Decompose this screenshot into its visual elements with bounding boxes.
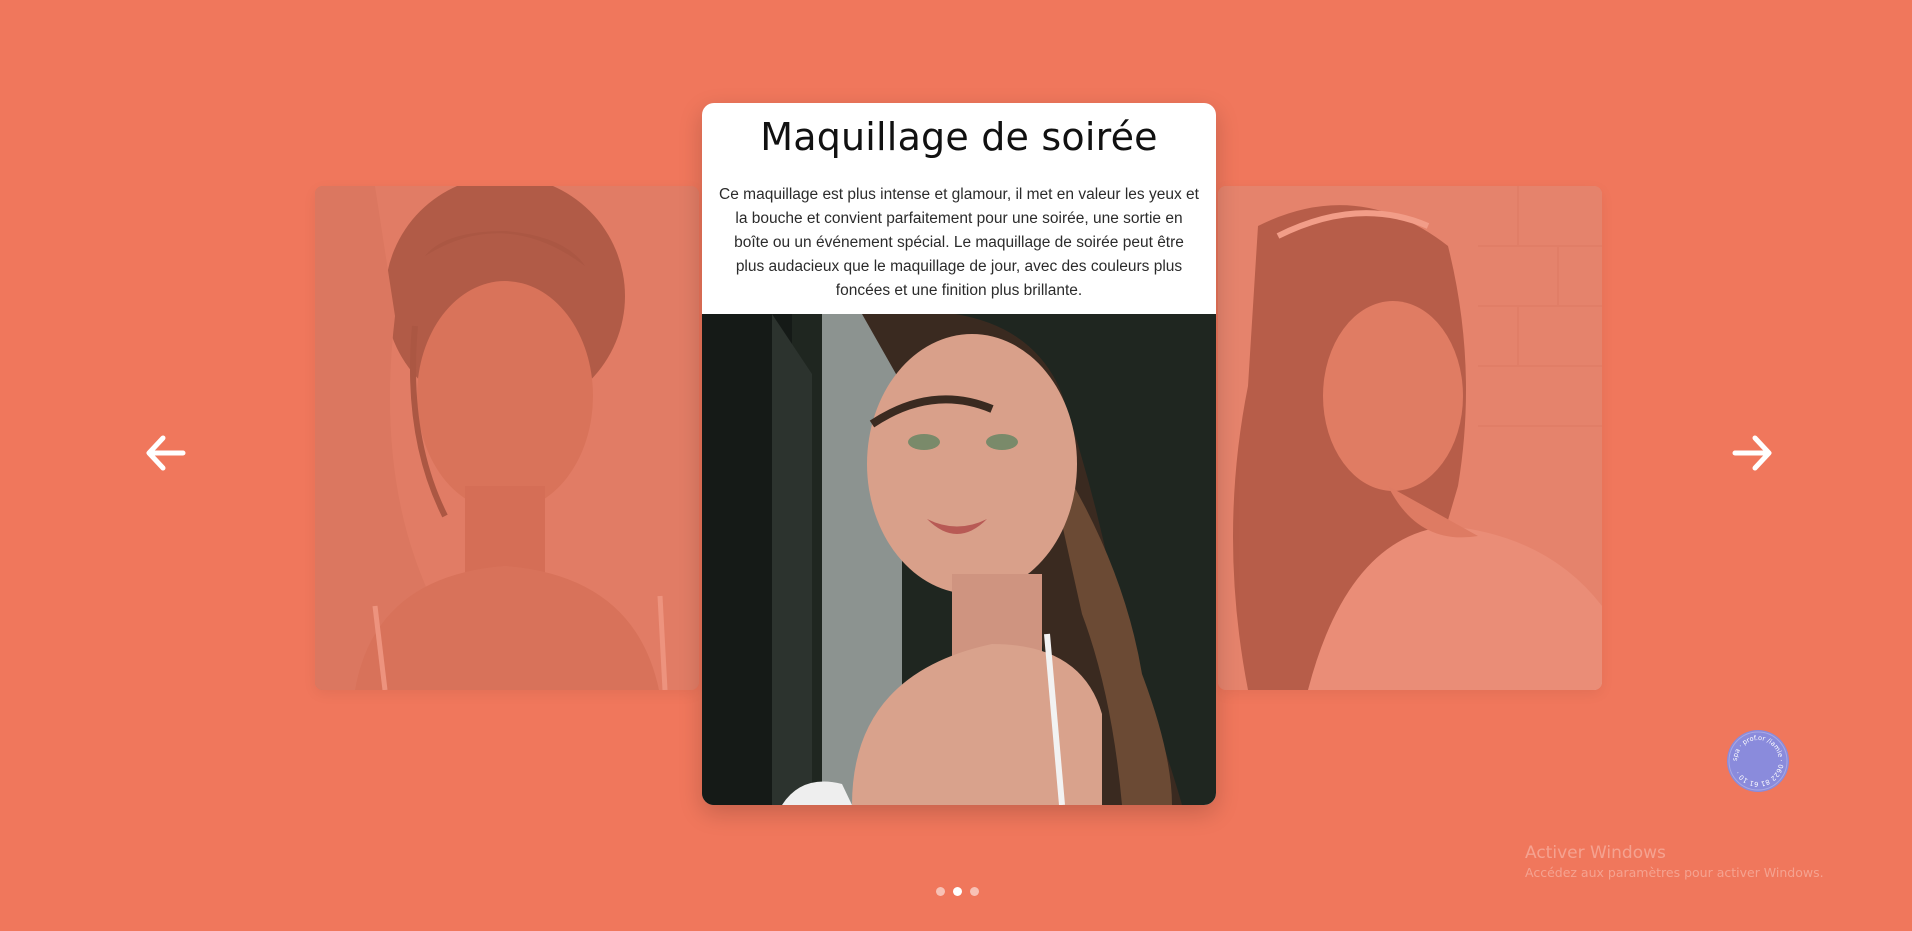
badge-text: spa · prof.or /iamie · 0622 81 61 10 · — [1731, 734, 1785, 788]
windows-activation-watermark: Activer Windows Accédez aux paramètres p… — [1525, 842, 1824, 882]
watermark-title: Activer Windows — [1525, 843, 1666, 863]
carousel-section: Maquillage de soirée Ce maquillage est p… — [0, 0, 1912, 931]
next-slide-button[interactable] — [1731, 432, 1773, 474]
carousel-pagination — [936, 887, 979, 896]
side-slide-right[interactable] — [1218, 186, 1602, 690]
slide-overlay — [1218, 186, 1602, 690]
side-slide-left[interactable] — [315, 186, 699, 690]
badge-circle-icon: spa · prof.or /iamie · 0622 81 61 10 · — [1728, 731, 1788, 791]
arrow-right-icon — [1732, 435, 1772, 471]
pagination-dot-2[interactable] — [953, 887, 962, 896]
pagination-dot-1[interactable] — [936, 887, 945, 896]
pagination-dot-3[interactable] — [970, 887, 979, 896]
contact-badge[interactable]: spa · prof.or /iamie · 0622 81 61 10 · — [1727, 730, 1789, 792]
arrow-left-icon — [146, 435, 186, 471]
slide-overlay — [315, 186, 699, 690]
slide-title: Maquillage de soirée — [760, 115, 1158, 159]
watermark-subtitle: Accédez aux paramètres pour activer Wind… — [1525, 865, 1824, 880]
portrait-image-active — [702, 314, 1216, 805]
active-slide-card[interactable]: Maquillage de soirée Ce maquillage est p… — [702, 103, 1216, 805]
prev-slide-button[interactable] — [145, 432, 187, 474]
slide-description: Ce maquillage est plus intense et glamou… — [719, 186, 1199, 299]
